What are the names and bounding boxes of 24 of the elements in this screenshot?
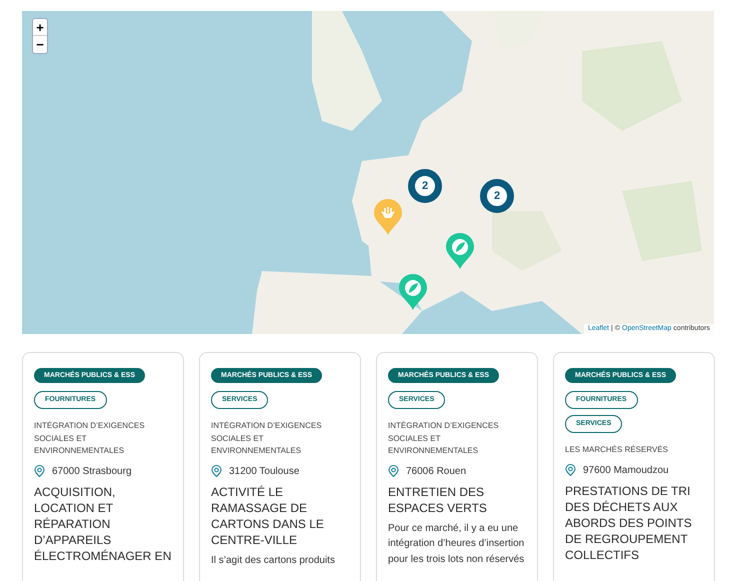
category-text: INTÉGRATION D’EXIGENCES SOCIALES ET ENVIRONNEMENTALES bbox=[34, 420, 146, 457]
location-text: 31200 Toulouse bbox=[229, 464, 300, 478]
location-text: 67000 Strasbourg bbox=[52, 464, 132, 478]
location-pin-icon bbox=[388, 465, 399, 477]
category-text: INTÉGRATION D’EXIGENCES SOCIALES ET ENVIRONNEMENTALES bbox=[211, 420, 323, 457]
zoom-out-button[interactable]: − bbox=[33, 36, 47, 53]
location-pin-icon bbox=[565, 464, 576, 476]
category-text: INTÉGRATION D’EXIGENCES SOCIALES ET ENVIRONNEMENTALES bbox=[388, 420, 500, 457]
card-description: Pour ce marché, il y a eu une intégration d’heures d’insertion pour les trois lots non réservés bbox=[388, 522, 526, 566]
location-pin-icon bbox=[34, 465, 45, 477]
hands-pin-icon[interactable] bbox=[374, 199, 402, 235]
result-card[interactable] bbox=[376, 352, 538, 581]
card-description: Il s’agit des cartons produits bbox=[211, 554, 335, 568]
card-title[interactable]: ACTIVITÉ LE RAMASSAGE DE CARTONS DANS LE CENTRE-VILLE bbox=[211, 484, 353, 548]
location-text: 97600 Mamoudzou bbox=[583, 464, 669, 478]
leaf-pin-icon[interactable] bbox=[446, 233, 474, 269]
zoom-in-button[interactable]: + bbox=[33, 19, 47, 36]
card-title[interactable]: ACQUISITION, LOCATION ET RÉPARATION D’APPAREILS ÉLECTROMÉNAGER EN bbox=[34, 484, 176, 564]
category-text: LES MARCHÉS RÉSERVÉS bbox=[565, 444, 669, 456]
location-pin-icon bbox=[211, 465, 222, 477]
card-title[interactable]: PRESTATIONS DE TRI DES DÉCHETS AUX ABORDS DES POINTS DE REGROUPEMENT COLLECTIFS bbox=[565, 482, 707, 562]
leaf-pin-icon[interactable] bbox=[399, 274, 427, 310]
card-title[interactable]: ENTRETIEN DES ESPACES VERTS bbox=[388, 484, 530, 516]
location-text: 76006 Rouen bbox=[406, 464, 466, 478]
